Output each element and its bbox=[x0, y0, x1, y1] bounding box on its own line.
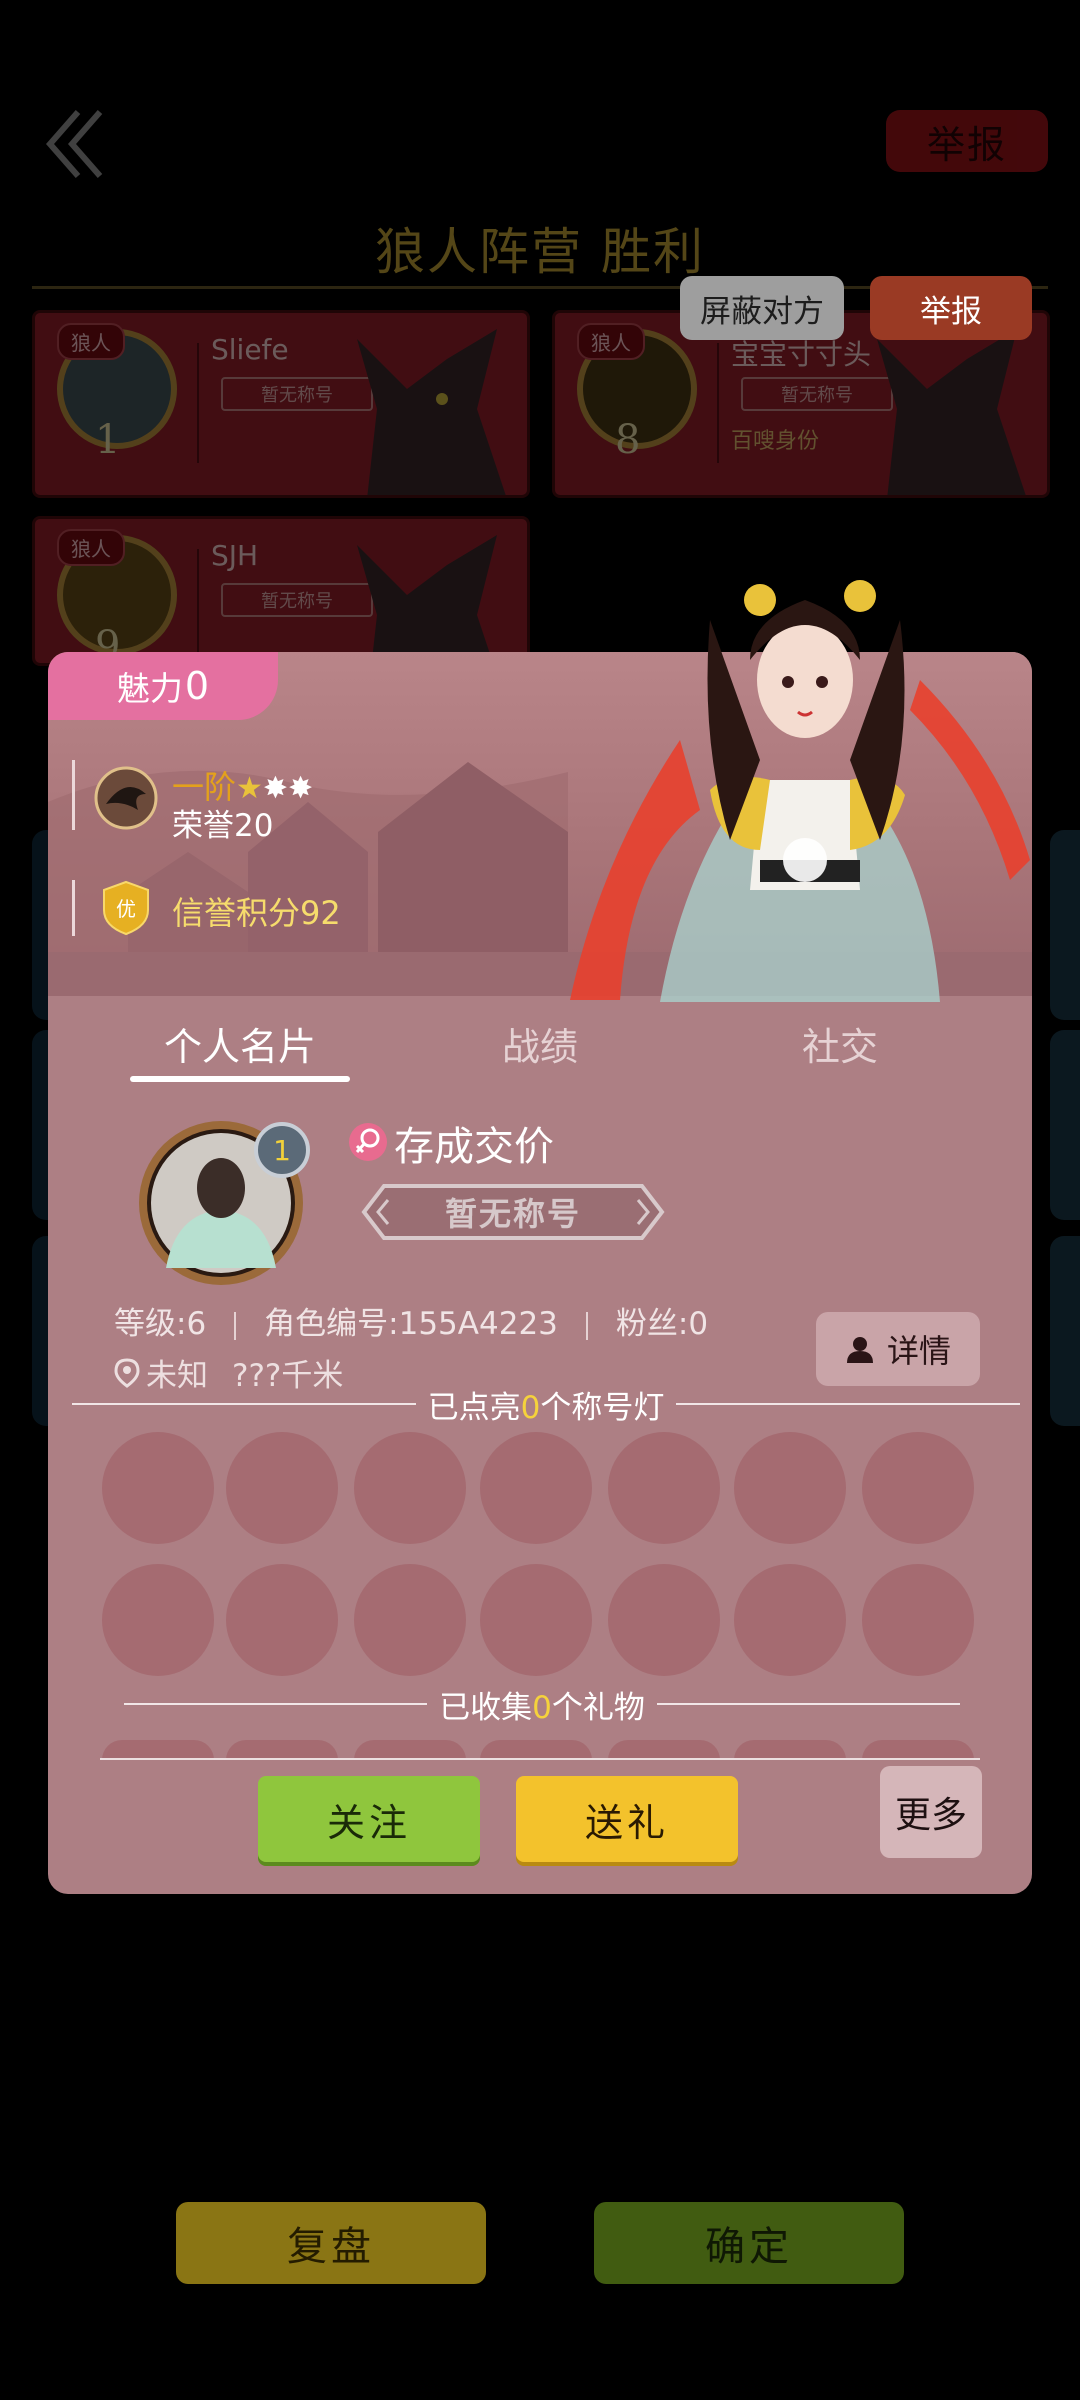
title-lamp-slot[interactable] bbox=[226, 1564, 338, 1676]
tab-record[interactable]: 战绩 bbox=[440, 1016, 640, 1071]
title-lamp-slot[interactable] bbox=[608, 1564, 720, 1676]
lamps-section-header: 已点亮0个称号灯 bbox=[72, 1382, 1021, 1426]
player-card-edge bbox=[1050, 830, 1080, 1020]
gift-slot[interactable] bbox=[354, 1740, 466, 1760]
title-lamp-slot[interactable] bbox=[226, 1432, 338, 1544]
gift-slot[interactable] bbox=[862, 1740, 974, 1760]
avatar-level-badge: 1 bbox=[254, 1122, 310, 1178]
fans-count: 粉丝:0 bbox=[615, 1306, 709, 1342]
title-lamp-slot[interactable] bbox=[734, 1564, 846, 1676]
title-lamp-slot[interactable] bbox=[102, 1432, 214, 1544]
card-separator bbox=[197, 549, 199, 663]
title-lamp-slot[interactable] bbox=[354, 1564, 466, 1676]
follow-button[interactable]: 关注 bbox=[258, 1776, 480, 1862]
female-gender-icon bbox=[349, 1123, 387, 1161]
title-lamp-slot[interactable] bbox=[354, 1432, 466, 1544]
seat-number: 1 bbox=[95, 417, 121, 463]
title-plate: 暂无称号 bbox=[358, 1180, 668, 1244]
nickname: 存成交价 bbox=[394, 1124, 554, 1170]
player-name: SJH bbox=[211, 539, 259, 572]
credit-shield-icon: 优 bbox=[103, 880, 149, 936]
rank-emblem-icon bbox=[94, 766, 158, 830]
role-badge: 狼人 bbox=[57, 323, 125, 360]
credit-score: 信誉积分92 bbox=[172, 894, 341, 932]
character-illustration bbox=[570, 580, 1030, 1002]
credit-divider bbox=[72, 880, 75, 936]
rank-divider bbox=[72, 760, 75, 830]
footer-divider bbox=[100, 1758, 980, 1760]
report-user-button[interactable]: 举报 bbox=[870, 276, 1032, 340]
role-badge: 狼人 bbox=[57, 529, 125, 566]
gift-slot[interactable] bbox=[102, 1740, 214, 1760]
gifts-section-header: 已收集0个礼物 bbox=[124, 1682, 961, 1726]
details-button[interactable]: 详情 bbox=[816, 1312, 980, 1386]
werewolf-icon bbox=[877, 329, 1026, 495]
result-title: 狼人阵营 胜利 bbox=[375, 223, 705, 281]
charm-value: 0 bbox=[184, 664, 210, 708]
card-separator bbox=[197, 343, 199, 463]
user-stats: 等级:6 角色编号:155A4223 粉丝:0 bbox=[114, 1298, 708, 1343]
gift-slot[interactable] bbox=[226, 1740, 338, 1760]
gift-slot[interactable] bbox=[734, 1740, 846, 1760]
report-top-button[interactable]: 举报 bbox=[886, 110, 1048, 172]
gifts-count: 0 bbox=[532, 1689, 552, 1726]
lamps-prefix: 已点亮 bbox=[427, 1389, 521, 1426]
role-id: 角色编号:155A4223 bbox=[264, 1306, 558, 1342]
credit-badge-text: 优 bbox=[116, 897, 136, 921]
active-tab-indicator bbox=[130, 1076, 350, 1082]
send-gift-button[interactable]: 送礼 bbox=[516, 1776, 738, 1862]
title-plate-text: 暂无称号 bbox=[444, 1195, 581, 1233]
charm-badge: 魅力 0 bbox=[48, 652, 278, 720]
role-badge: 狼人 bbox=[577, 323, 645, 360]
title-lamp-slot[interactable] bbox=[734, 1432, 846, 1544]
lamps-count: 0 bbox=[520, 1389, 541, 1426]
person-icon bbox=[846, 1337, 873, 1363]
tab-social[interactable]: 社交 bbox=[740, 1016, 940, 1071]
gift-slot[interactable] bbox=[480, 1740, 592, 1760]
details-button-label: 详情 bbox=[886, 1332, 951, 1370]
title-lamp-slot[interactable] bbox=[862, 1564, 974, 1676]
gifts-suffix: 个礼物 bbox=[551, 1689, 645, 1726]
lamps-suffix: 个称号灯 bbox=[540, 1389, 665, 1426]
charm-label: 魅力 bbox=[116, 669, 183, 708]
tab-profile-card[interactable]: 个人名片 bbox=[130, 1016, 350, 1071]
player-card-edge bbox=[1050, 1030, 1080, 1220]
seat-number: 8 bbox=[615, 417, 641, 463]
gifts-prefix: 已收集 bbox=[439, 1689, 533, 1726]
honor-value: 荣誉20 bbox=[172, 808, 274, 844]
gift-slot[interactable] bbox=[608, 1740, 720, 1760]
back-chevron-icon[interactable] bbox=[44, 104, 124, 184]
werewolf-icon bbox=[357, 329, 506, 495]
player-card[interactable]: 狼人 9 SJH 暂无称号 bbox=[32, 516, 530, 666]
player-card-edge bbox=[1050, 1236, 1080, 1426]
title-lamp-slot[interactable] bbox=[862, 1432, 974, 1544]
title-lamp-slot[interactable] bbox=[608, 1432, 720, 1544]
block-user-button[interactable]: 屏蔽对方 bbox=[680, 276, 844, 340]
card-separator bbox=[717, 343, 719, 463]
title-lamp-slot[interactable] bbox=[480, 1564, 592, 1676]
title-lamp-slot[interactable] bbox=[102, 1564, 214, 1676]
replay-button[interactable]: 复盘 bbox=[176, 2202, 486, 2284]
player-identity: 百嗖身份 bbox=[731, 429, 820, 454]
werewolf-icon bbox=[357, 535, 497, 663]
user-level: 等级:6 bbox=[114, 1306, 207, 1342]
player-name: Sliefe bbox=[211, 333, 289, 366]
title-lamp-slot[interactable] bbox=[480, 1432, 592, 1544]
player-card[interactable]: 狼人 1 Sliefe 暂无称号 bbox=[32, 310, 530, 498]
confirm-button[interactable]: 确定 bbox=[594, 2202, 904, 2284]
more-button[interactable]: 更多 bbox=[880, 1766, 982, 1858]
